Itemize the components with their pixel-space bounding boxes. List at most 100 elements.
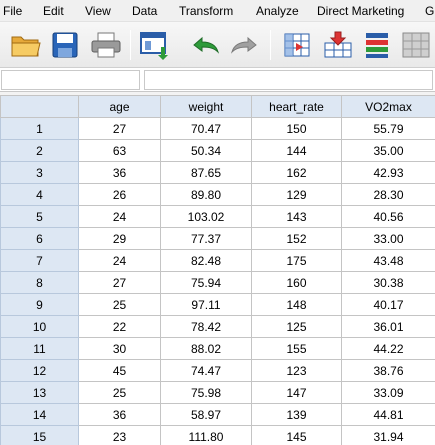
cell-weight[interactable]: 78.42 xyxy=(160,315,252,338)
cell-weight[interactable]: 70.47 xyxy=(160,117,252,140)
cell-age[interactable]: 45 xyxy=(78,359,161,382)
cell-vo2max[interactable]: 31.94 xyxy=(341,425,435,445)
cell-heart-rate[interactable]: 125 xyxy=(251,315,342,338)
cell-vo2max[interactable]: 40.56 xyxy=(341,205,435,228)
undo-button[interactable] xyxy=(188,28,224,62)
row-number[interactable]: 6 xyxy=(0,227,79,250)
row-number[interactable]: 14 xyxy=(0,403,79,426)
cell-vo2max[interactable]: 43.48 xyxy=(341,249,435,272)
row-number[interactable]: 2 xyxy=(0,139,79,162)
cell-weight[interactable]: 75.94 xyxy=(160,271,252,294)
cell-weight[interactable]: 87.65 xyxy=(160,161,252,184)
cell-age[interactable]: 25 xyxy=(78,381,161,404)
cell-reference-field[interactable] xyxy=(1,70,140,90)
column-header-heart-rate[interactable]: heart_rate xyxy=(251,95,342,118)
column-header-vo2max[interactable]: VO2max xyxy=(341,95,435,118)
recall-dialog-button[interactable] xyxy=(137,28,173,62)
cell-heart-rate[interactable]: 152 xyxy=(251,227,342,250)
row-number[interactable]: 4 xyxy=(0,183,79,206)
cell-weight[interactable]: 97.11 xyxy=(160,293,252,316)
cell-weight[interactable]: 103.02 xyxy=(160,205,252,228)
cell-heart-rate[interactable]: 160 xyxy=(251,271,342,294)
go-to-case-button[interactable] xyxy=(280,28,316,62)
cell-vo2max[interactable]: 28.30 xyxy=(341,183,435,206)
cell-heart-rate[interactable]: 145 xyxy=(251,425,342,445)
cell-weight[interactable]: 74.47 xyxy=(160,359,252,382)
cell-heart-rate[interactable]: 175 xyxy=(251,249,342,272)
column-header-age[interactable]: age xyxy=(78,95,161,118)
cell-vo2max[interactable]: 33.09 xyxy=(341,381,435,404)
cell-vo2max[interactable]: 44.81 xyxy=(341,403,435,426)
cell-heart-rate[interactable]: 143 xyxy=(251,205,342,228)
row-number[interactable]: 1 xyxy=(0,117,79,140)
cell-vo2max[interactable]: 33.00 xyxy=(341,227,435,250)
row-number[interactable]: 8 xyxy=(0,271,79,294)
menu-view[interactable]: View xyxy=(85,4,111,18)
save-button[interactable] xyxy=(47,28,83,62)
cell-weight[interactable]: 89.80 xyxy=(160,183,252,206)
cell-age[interactable]: 24 xyxy=(78,249,161,272)
cell-weight[interactable]: 58.97 xyxy=(160,403,252,426)
menu-data[interactable]: Data xyxy=(132,4,157,18)
print-button[interactable] xyxy=(88,28,124,62)
go-to-variable-button[interactable] xyxy=(320,28,356,62)
cell-age[interactable]: 63 xyxy=(78,139,161,162)
cell-heart-rate[interactable]: 123 xyxy=(251,359,342,382)
cell-heart-rate[interactable]: 162 xyxy=(251,161,342,184)
cell-age[interactable]: 24 xyxy=(78,205,161,228)
cell-value-field[interactable] xyxy=(144,70,433,90)
menu-graphs[interactable]: G xyxy=(425,4,434,18)
cell-vo2max[interactable]: 55.79 xyxy=(341,117,435,140)
cell-weight[interactable]: 75.98 xyxy=(160,381,252,404)
cell-age[interactable]: 27 xyxy=(78,271,161,294)
cell-heart-rate[interactable]: 150 xyxy=(251,117,342,140)
cell-age[interactable]: 36 xyxy=(78,161,161,184)
find-button[interactable] xyxy=(398,28,434,62)
cell-age[interactable]: 36 xyxy=(78,403,161,426)
row-number[interactable]: 13 xyxy=(0,381,79,404)
cell-vo2max[interactable]: 42.93 xyxy=(341,161,435,184)
row-number[interactable]: 15 xyxy=(0,425,79,445)
cell-vo2max[interactable]: 30.38 xyxy=(341,271,435,294)
cell-heart-rate[interactable]: 144 xyxy=(251,139,342,162)
cell-age[interactable]: 30 xyxy=(78,337,161,360)
menu-edit[interactable]: Edit xyxy=(43,4,64,18)
redo-button[interactable] xyxy=(226,28,262,62)
cell-heart-rate[interactable]: 147 xyxy=(251,381,342,404)
cell-age[interactable]: 29 xyxy=(78,227,161,250)
row-number[interactable]: 11 xyxy=(0,337,79,360)
cell-weight[interactable]: 50.34 xyxy=(160,139,252,162)
cell-age[interactable]: 26 xyxy=(78,183,161,206)
menu-transform[interactable]: Transform xyxy=(179,4,233,18)
open-button[interactable] xyxy=(8,28,44,62)
cell-heart-rate[interactable]: 129 xyxy=(251,183,342,206)
row-number[interactable]: 5 xyxy=(0,205,79,228)
cell-vo2max[interactable]: 40.17 xyxy=(341,293,435,316)
cell-weight[interactable]: 77.37 xyxy=(160,227,252,250)
corner-cell[interactable] xyxy=(0,95,79,118)
variables-button[interactable] xyxy=(360,28,396,62)
cell-vo2max[interactable]: 38.76 xyxy=(341,359,435,382)
cell-heart-rate[interactable]: 155 xyxy=(251,337,342,360)
cell-age[interactable]: 25 xyxy=(78,293,161,316)
menu-direct-marketing[interactable]: Direct Marketing xyxy=(317,4,404,18)
row-number[interactable]: 9 xyxy=(0,293,79,316)
row-number[interactable]: 3 xyxy=(0,161,79,184)
cell-heart-rate[interactable]: 148 xyxy=(251,293,342,316)
cell-age[interactable]: 22 xyxy=(78,315,161,338)
cell-weight[interactable]: 88.02 xyxy=(160,337,252,360)
cell-age[interactable]: 27 xyxy=(78,117,161,140)
row-number[interactable]: 10 xyxy=(0,315,79,338)
column-header-weight[interactable]: weight xyxy=(160,95,252,118)
cell-age[interactable]: 23 xyxy=(78,425,161,445)
cell-vo2max[interactable]: 44.22 xyxy=(341,337,435,360)
cell-heart-rate[interactable]: 139 xyxy=(251,403,342,426)
menu-analyze[interactable]: Analyze xyxy=(256,4,299,18)
cell-weight[interactable]: 111.80 xyxy=(160,425,252,445)
menu-file[interactable]: File xyxy=(3,4,22,18)
row-number[interactable]: 7 xyxy=(0,249,79,272)
cell-vo2max[interactable]: 35.00 xyxy=(341,139,435,162)
row-number[interactable]: 12 xyxy=(0,359,79,382)
cell-vo2max[interactable]: 36.01 xyxy=(341,315,435,338)
cell-weight[interactable]: 82.48 xyxy=(160,249,252,272)
